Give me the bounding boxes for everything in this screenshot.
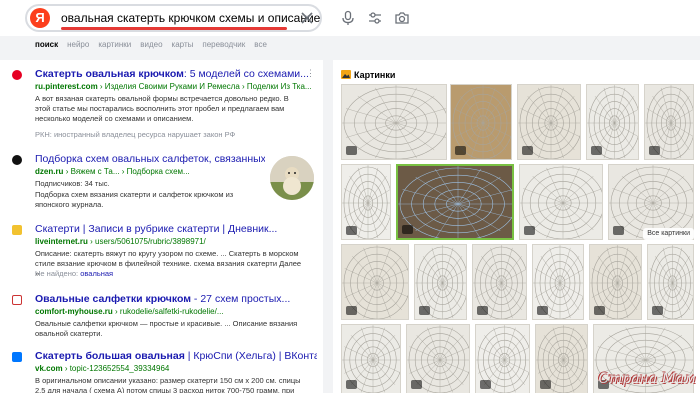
photo-badge-icon [346,146,357,155]
result-snippet: А вот вязаная скатерть овальной формы вс… [35,94,289,123]
image-thumbnail[interactable] [517,84,581,160]
result-missing-words: Не найдено: овальная [35,269,114,278]
tab-search[interactable]: поиск [35,40,58,54]
image-thumbnail[interactable] [341,324,401,393]
photo-badge-icon [540,380,551,389]
tab-all[interactable]: все [254,40,267,54]
photo-badge-icon [480,380,491,389]
image-thumbnail[interactable] [475,324,530,393]
image-thumbnail[interactable] [450,84,512,160]
image-thumbnail[interactable] [644,84,694,160]
spellcheck-underline [61,27,287,30]
page: Я овальная скатерть крючком схемы и опис… [0,0,700,393]
header: Я овальная скатерть крючком схемы и опис… [0,0,700,36]
result-url[interactable]: liveinternet.ru › users/5061075/rubric/3… [35,237,317,246]
all-images-button[interactable]: Все картинки [643,228,694,240]
result-title[interactable]: Скатерть большая овальная | КрюСпи (Хель… [35,350,317,362]
photo-badge-icon [594,306,605,315]
result-snippet: Овальные салфетки крючком — простые и кр… [35,319,298,338]
photo-badge-icon [477,306,488,315]
watermark: Страна Мам [598,371,696,387]
photo-badge-icon [522,146,533,155]
photo-badge-icon [524,226,535,235]
photo-badge-icon [649,146,660,155]
image-thumbnail[interactable] [406,324,470,393]
result-item: Скатерть овальная крючком: 5 моделей со … [0,68,323,143]
image-thumbnail[interactable] [535,324,588,393]
photo-badge-icon [346,380,357,389]
liveinternet-icon [12,225,22,235]
image-thumbnail[interactable] [396,164,514,240]
image-thumbnail[interactable] [472,244,527,320]
result-url[interactable]: comfort-myhouse.ru › rukodelie/salfetki-… [35,307,317,316]
tab-images[interactable]: картинки [98,40,131,54]
photo-badge-icon [346,306,357,315]
result-thumbnail[interactable] [270,156,314,200]
search-box[interactable]: Я овальная скатерть крючком схемы и опис… [25,4,322,32]
photo-badge-icon [652,306,663,315]
tab-translator[interactable]: переводчик [202,40,245,54]
result-url[interactable]: dzen.ru › Вяжем с Та... › Подборка схем.… [35,167,265,176]
vk-icon [12,352,22,362]
dzen-icon [12,155,22,165]
photo-badge-icon [346,226,357,235]
camera-icon[interactable] [394,10,410,26]
tab-video[interactable]: видео [140,40,162,54]
image-thumbnail[interactable] [532,244,584,320]
result-snippet: В оригинальном описании указано: размер … [35,376,301,393]
tab-neuro[interactable]: нейро [67,40,89,54]
photo-badge-icon [613,226,624,235]
image-thumbnail[interactable] [341,84,447,160]
results-column: Скатерть овальная крючком: 5 моделей со … [0,60,323,393]
search-tabs: поиск нейро картинки видео карты перевод… [35,40,276,54]
image-thumbnail[interactable] [341,164,391,240]
pinterest-icon [12,70,22,80]
image-thumbnail[interactable] [589,244,642,320]
search-input[interactable]: овальная скатерть крючком схемы и описан… [61,11,320,25]
missing-word-link[interactable]: овальная [80,269,113,278]
result-snippet: Подборка схем вязания скатерти и салфето… [35,190,234,209]
yandex-logo[interactable]: Я [30,8,50,28]
close-icon[interactable] [299,10,315,26]
photo-badge-icon [455,146,466,155]
photo-badge-icon [402,225,413,234]
tab-maps[interactable]: карты [172,40,194,54]
image-thumbnail[interactable] [586,84,639,160]
photo-badge-icon [537,306,548,315]
result-item: Скатерти | Записи в рубрике скатерти | Д… [0,223,323,288]
images-icon [341,70,351,79]
image-thumbnail[interactable] [519,164,603,240]
result-warning: РКН: иностранный владелец ресурса наруша… [35,130,236,139]
photo-badge-icon [411,380,422,389]
image-thumbnail[interactable] [414,244,467,320]
result-title[interactable]: Скатерти | Записи в рубрике скатерти | Д… [35,223,317,235]
result-item: Подборка схем овальных салфеток, связанн… [0,153,323,213]
image-thumbnail[interactable] [341,244,409,320]
photo-badge-icon [591,146,602,155]
result-subscribers: Подписчиков: 34 тыс. [35,179,110,188]
mic-icon[interactable] [340,10,356,26]
photo-badge-icon [419,306,430,315]
result-title[interactable]: Скатерть овальная крючком: 5 моделей со … [35,68,317,80]
result-url[interactable]: ru.pinterest.com › Изделия Своими Руками… [35,82,317,91]
images-panel: Картинки Все картинки Страна Мам [333,60,700,393]
house-icon [12,295,22,305]
more-icon[interactable]: ⋮ [306,68,315,79]
result-title[interactable]: Подборка схем овальных салфеток, связанн… [35,153,265,165]
filter-icon[interactable] [367,10,383,26]
result-item: Скатерть большая овальная | КрюСпи (Хель… [0,350,323,393]
image-thumbnail[interactable] [647,244,694,320]
result-item: Овальные салфетки крючком - 27 схем прос… [0,293,323,341]
images-heading: Картинки [354,70,396,80]
result-title[interactable]: Овальные салфетки крючком - 27 схем прос… [35,293,317,305]
result-url[interactable]: vk.com › topic-123652554_39334964 [35,364,317,373]
